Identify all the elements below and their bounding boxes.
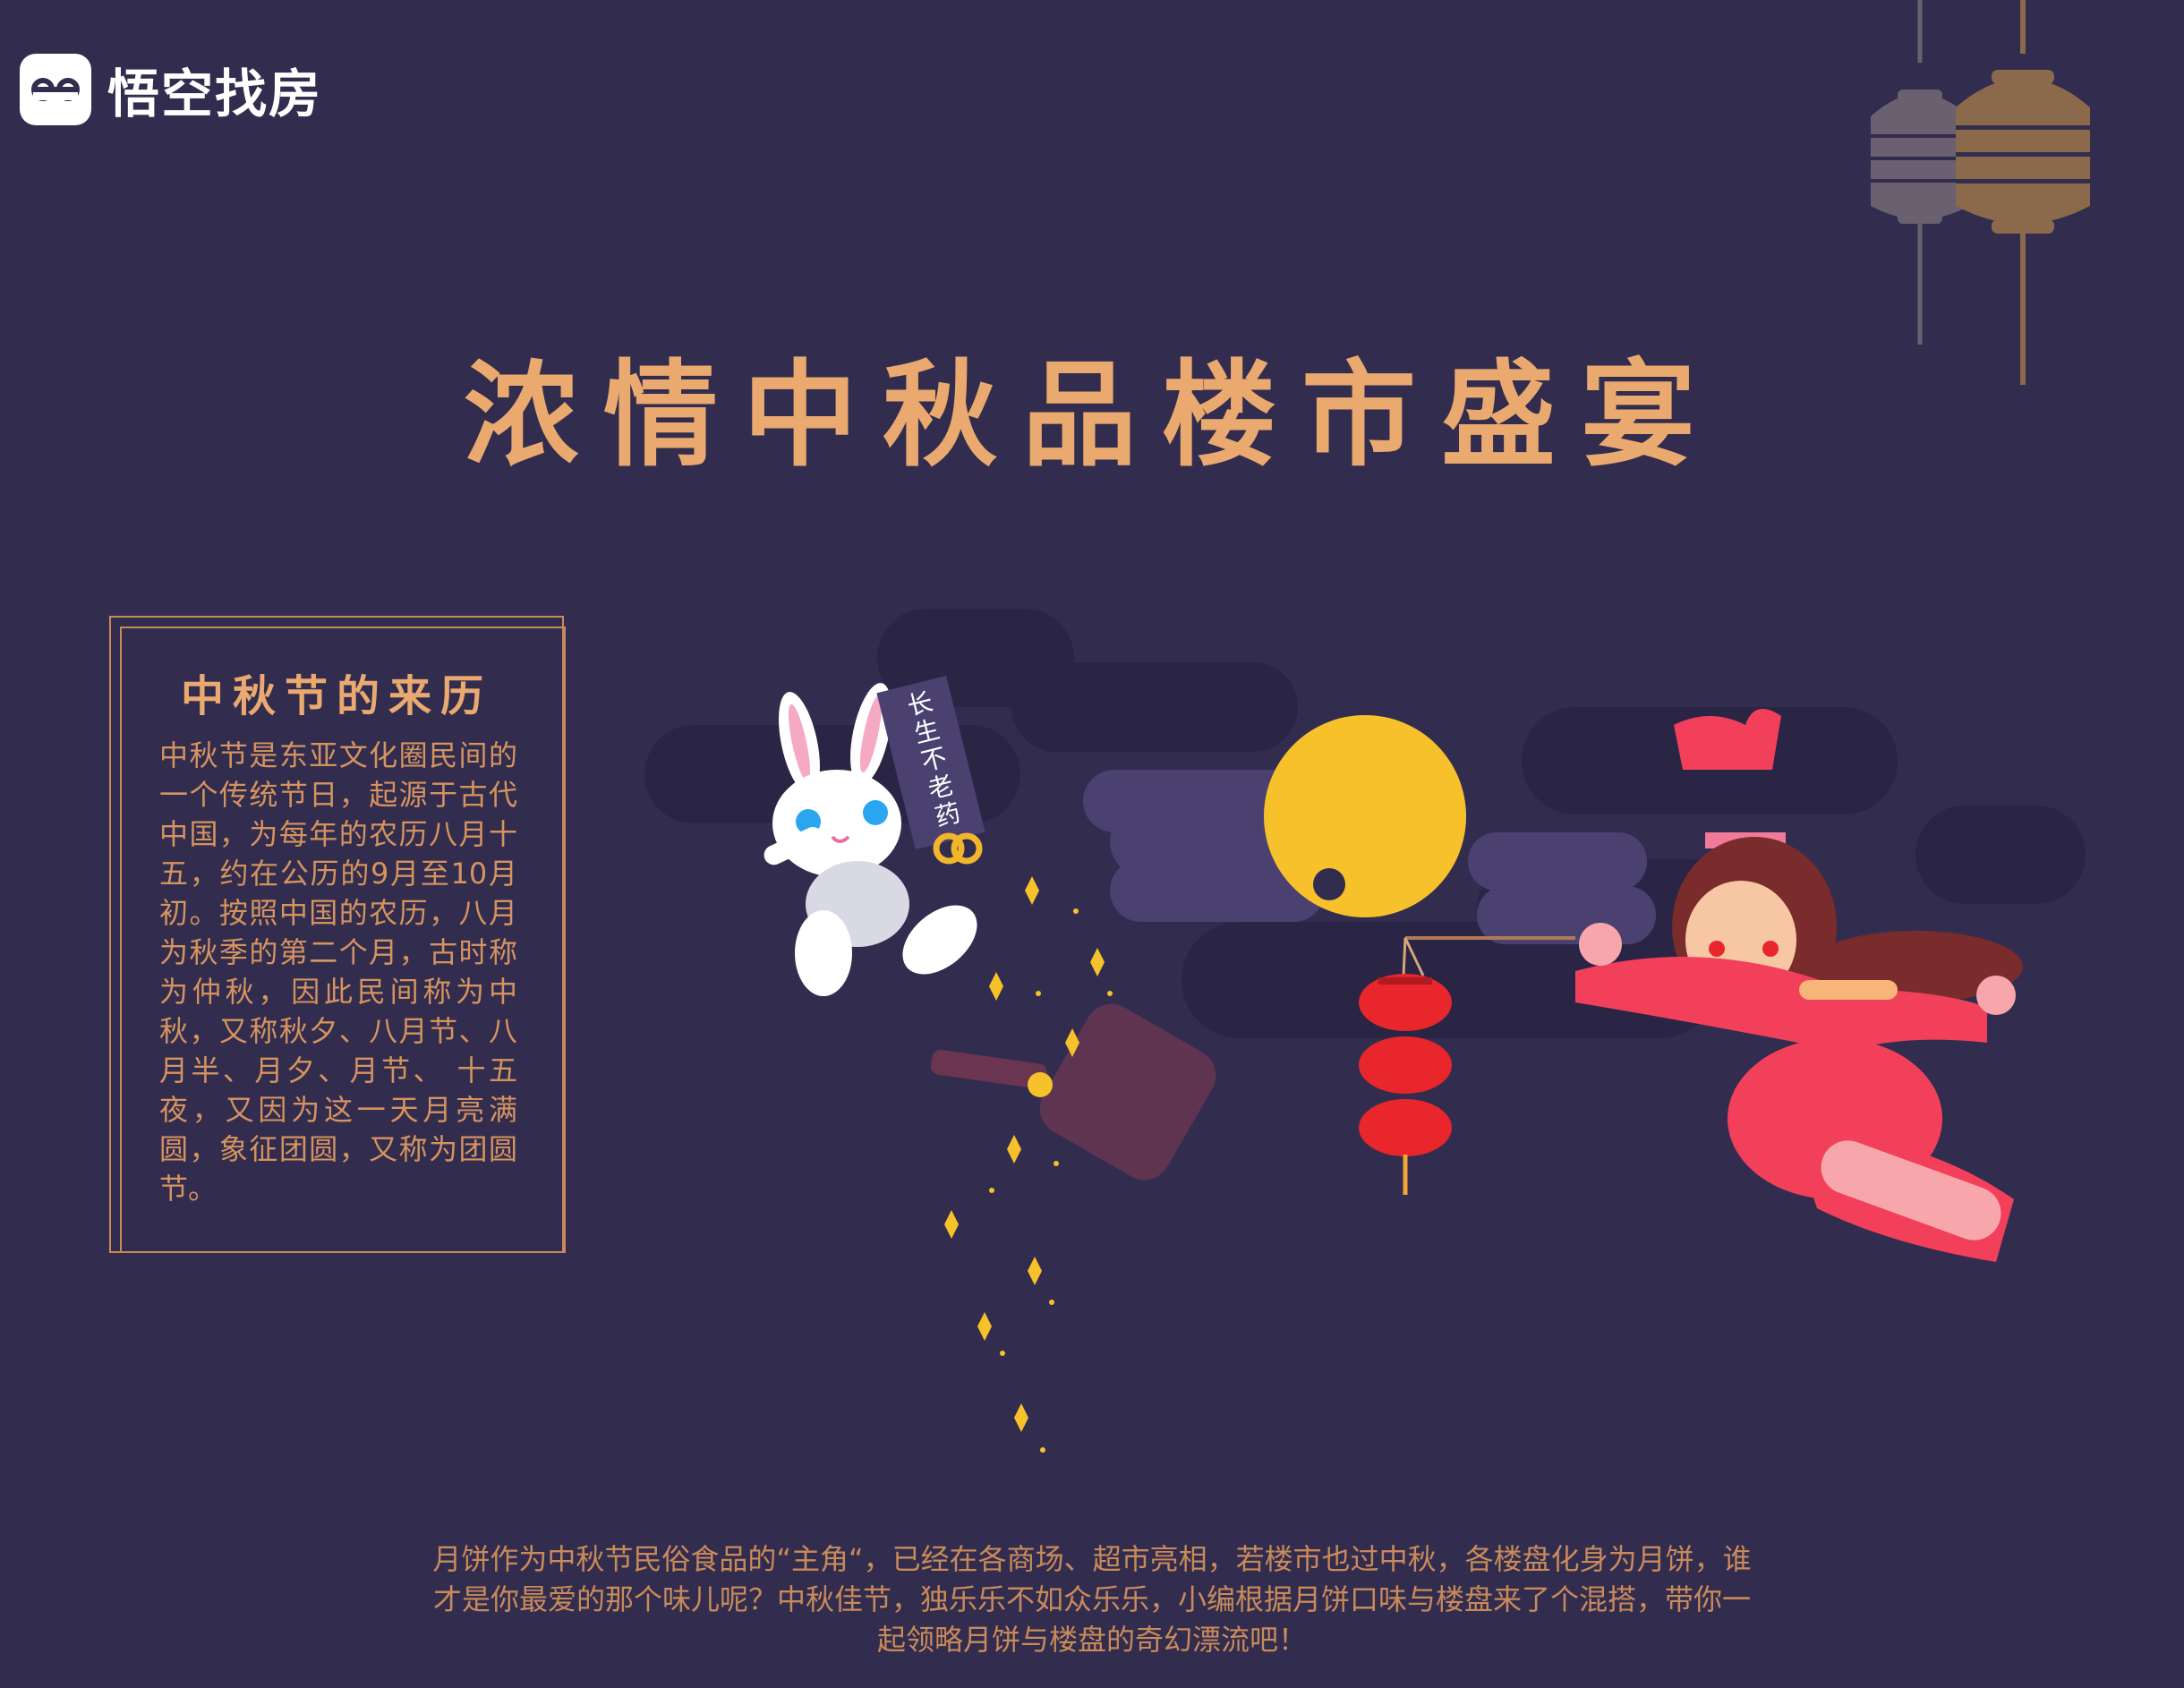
page-title: 浓情中秋品楼市盛宴 xyxy=(463,349,1720,482)
intro-paragraph: 月饼作为中秋节民俗食品的“主角“，已经在各商场、超市亮相，若楼市也过中秋，各楼盘… xyxy=(432,1542,1752,1657)
history-title: 中秋节的来历 xyxy=(180,671,492,721)
brand-logo[interactable]: 悟空找房 xyxy=(20,52,322,127)
history-body: 中秋节是东亚文化圈民间的一个传统节日，起源于古代中国，为每年的农历八月十五，约在… xyxy=(159,738,517,1206)
moon-icon xyxy=(1264,715,1466,917)
brand-name: 悟空找房 xyxy=(107,64,323,124)
bowl-icon xyxy=(930,1003,1216,1181)
eyes-logo-icon xyxy=(20,54,91,125)
sparkle-icon xyxy=(944,876,1113,1453)
